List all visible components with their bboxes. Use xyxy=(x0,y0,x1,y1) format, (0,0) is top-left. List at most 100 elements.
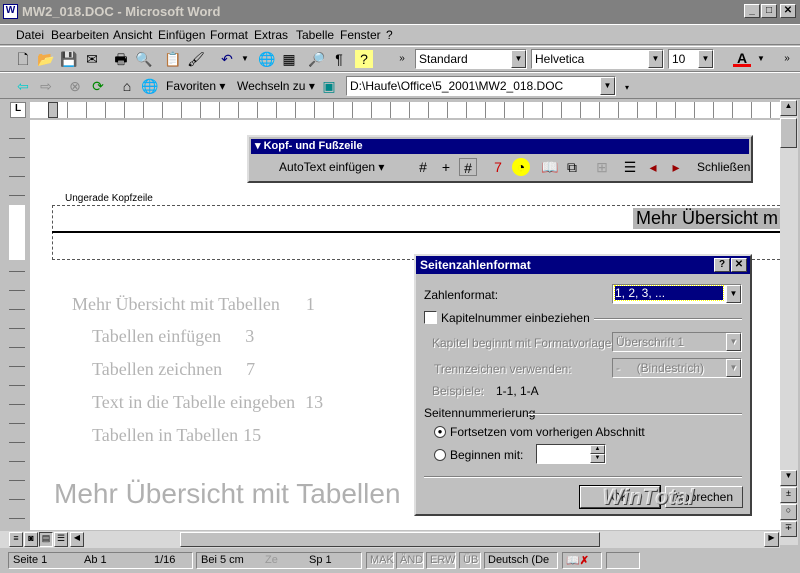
chapter-style-select[interactable]: Überschrift 1 ▼ xyxy=(612,332,742,352)
status-language[interactable]: Deutsch (De xyxy=(484,552,558,569)
stop-icon[interactable]: ⊗ xyxy=(66,77,84,95)
date-icon[interactable]: 7 xyxy=(489,158,507,176)
menu-datei[interactable]: Datei xyxy=(16,28,44,42)
document-map-icon[interactable]: 🔎 xyxy=(308,50,326,68)
next-page-icon[interactable]: ∓ xyxy=(780,521,797,537)
tab-stop-selector[interactable]: L xyxy=(10,102,26,118)
menu-einfuegen[interactable]: Einfügen xyxy=(158,28,205,42)
vertical-scroll-thumb[interactable] xyxy=(780,118,797,148)
font-select[interactable]: Helvetica ▼ xyxy=(531,49,664,69)
font-color-icon[interactable]: A xyxy=(733,49,751,67)
include-chapter-checkbox[interactable] xyxy=(424,311,437,324)
maximize-button[interactable]: □ xyxy=(761,4,777,18)
open-icon[interactable]: 📂 xyxy=(37,50,55,68)
separator-select[interactable]: - (Bindestrich) ▼ xyxy=(612,358,742,378)
close-header-footer-button[interactable]: Schließen xyxy=(697,160,750,174)
menu-tabelle[interactable]: Tabelle xyxy=(296,28,334,42)
autotext-button[interactable]: AutoText einfügen ▾ xyxy=(279,160,384,174)
outline-view-icon[interactable]: ☰ xyxy=(54,532,68,547)
toc-entry[interactable]: Tabellen in Tabellen 15 xyxy=(92,425,261,446)
spin-up-icon[interactable]: ▲ xyxy=(590,445,605,454)
print-icon[interactable]: 🖶 xyxy=(112,50,130,68)
close-button[interactable]: ✕ xyxy=(780,4,796,18)
paste-icon[interactable]: 📋 xyxy=(164,50,182,68)
scroll-right-icon[interactable]: ▶ xyxy=(764,532,779,547)
scroll-up-icon[interactable]: ▲ xyxy=(780,100,797,116)
print-layout-icon[interactable]: ▤ xyxy=(39,532,53,547)
time-icon[interactable]: ◔ xyxy=(512,158,530,176)
page-setup-icon[interactable]: 📖 xyxy=(541,158,559,176)
indent-marker[interactable] xyxy=(48,102,58,118)
vertical-ruler[interactable] xyxy=(9,120,25,530)
toc-entry[interactable]: Tabellen zeichnen 7 xyxy=(92,359,255,380)
continue-radio[interactable]: ● xyxy=(434,426,446,438)
start-at-radio[interactable] xyxy=(434,449,446,461)
spin-down-icon[interactable]: ▼ xyxy=(590,454,605,463)
hyperlink-icon[interactable]: 🌐 xyxy=(258,50,276,68)
menu-fenster[interactable]: Fenster xyxy=(340,28,381,42)
horizontal-ruler[interactable] xyxy=(30,102,780,118)
number-format-select[interactable]: 1, 2, 3, ... ▼ xyxy=(612,284,742,304)
help-icon[interactable]: ? xyxy=(355,50,373,68)
goto-button[interactable]: Wechseln zu ▾ xyxy=(237,79,315,93)
dialog-help-button[interactable]: ? xyxy=(714,258,730,272)
start-at-label[interactable]: Beginnen mit: xyxy=(450,448,523,462)
menu-format[interactable]: Format xyxy=(210,28,248,42)
menu-bearbeiten[interactable]: Bearbeiten xyxy=(51,28,109,42)
previous-page-icon[interactable]: ± xyxy=(780,487,797,503)
show-previous-icon[interactable]: ◂ xyxy=(644,158,662,176)
continue-label[interactable]: Fortsetzen vom vorherigen Abschnitt xyxy=(450,425,645,439)
save-icon[interactable]: 💾 xyxy=(60,50,78,68)
switch-header-footer-icon[interactable]: ☰ xyxy=(621,158,639,176)
status-extend[interactable]: ERW xyxy=(426,552,456,569)
heading[interactable]: Mehr Übersicht mit Tabellen xyxy=(54,478,401,510)
font-color-dropdown-icon[interactable]: ▼ xyxy=(752,50,770,68)
address-field[interactable]: D:\Haufe\Office\5_2001\MW2_018.DOC ▼ xyxy=(346,76,616,96)
email-icon[interactable]: ✉ xyxy=(83,50,101,68)
dialog-close-button[interactable]: ✕ xyxy=(731,258,747,272)
back-icon[interactable]: ⇦ xyxy=(14,77,32,95)
status-macro-record[interactable]: MAK xyxy=(366,552,394,569)
more-buttons-icon[interactable]: ▾ xyxy=(618,79,636,97)
toc-entry[interactable]: Tabellen einfügen 3 xyxy=(92,326,254,347)
header-text[interactable]: Mehr Übersicht m xyxy=(633,208,782,229)
menu-extras[interactable]: Extras xyxy=(254,28,288,42)
status-track-changes[interactable]: ÄND xyxy=(396,552,424,569)
undo-dropdown-icon[interactable]: ▼ xyxy=(236,50,254,68)
format-painter-icon[interactable]: 🖌 xyxy=(187,50,205,68)
word-app-icon[interactable]: W xyxy=(3,4,18,19)
browse-object-icon[interactable]: ○ xyxy=(780,504,797,520)
font-size-select[interactable]: 10 ▼ xyxy=(668,49,714,69)
print-preview-icon[interactable]: 🔍 xyxy=(135,50,153,68)
toolbar-titlebar[interactable]: ▾ Kopf- und Fußzeile xyxy=(251,139,749,154)
horizontal-scroll-thumb[interactable] xyxy=(180,532,600,547)
favorites-button[interactable]: Favoriten ▾ xyxy=(166,79,225,93)
show-web-toolbar-icon[interactable]: ▣ xyxy=(320,77,338,95)
format-page-number-icon[interactable]: # xyxy=(459,158,477,176)
web-view-icon[interactable]: ◙ xyxy=(24,532,38,547)
more-buttons-icon[interactable]: » xyxy=(393,50,411,68)
show-hide-text-icon[interactable]: ⧉ xyxy=(563,158,581,176)
more-buttons-icon[interactable]: » xyxy=(778,50,796,68)
undo-icon[interactable]: ↶ xyxy=(218,50,236,68)
toc-entry[interactable]: Text in die Tabelle eingeben 13 xyxy=(92,392,323,413)
status-overtype[interactable]: ÜB xyxy=(459,552,481,569)
menu-help[interactable]: ? xyxy=(386,28,393,42)
style-select[interactable]: Standard ▼ xyxy=(415,49,527,69)
menu-ansicht[interactable]: Ansicht xyxy=(113,28,152,42)
normal-view-icon[interactable]: ≡ xyxy=(9,532,23,547)
table-icon[interactable]: ▦ xyxy=(280,50,298,68)
page-number-icon[interactable]: # xyxy=(414,158,432,176)
same-as-previous-icon[interactable]: ⊞ xyxy=(593,158,611,176)
refresh-icon[interactable]: ⟳ xyxy=(89,77,107,95)
scroll-left-icon[interactable]: ◀ xyxy=(70,532,84,547)
scroll-down-icon[interactable]: ▼ xyxy=(780,470,797,486)
spelling-status-icon[interactable]: 📖✗ xyxy=(562,552,602,569)
forward-icon[interactable]: ⇨ xyxy=(37,77,55,95)
search-web-icon[interactable]: 🌐 xyxy=(141,77,159,95)
minimize-button[interactable]: _ xyxy=(744,4,760,18)
home-icon[interactable]: ⌂ xyxy=(118,77,136,95)
page-count-icon[interactable]: + xyxy=(437,158,455,176)
new-document-icon[interactable]: 🗋 xyxy=(14,50,32,68)
show-formatting-icon[interactable]: ¶ xyxy=(330,50,348,68)
